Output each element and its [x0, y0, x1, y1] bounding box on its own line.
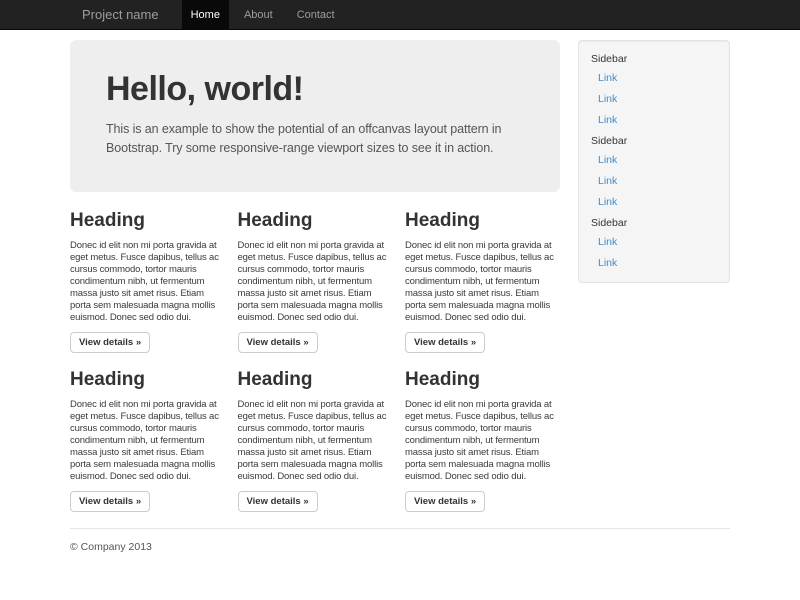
- card: Heading Donec id elit non mi porta gravi…: [238, 210, 393, 353]
- navbar-brand[interactable]: Project name: [70, 0, 169, 30]
- card-body-text: Donec id elit non mi porta gravida at eg…: [405, 399, 560, 483]
- card-heading: Heading: [238, 369, 393, 391]
- card-body-text: Donec id elit non mi porta gravida at eg…: [238, 240, 393, 324]
- sidebar-nav-list: Sidebar Link Link Link Sidebar Link Link…: [579, 49, 723, 274]
- nav-item-about[interactable]: About: [235, 0, 282, 30]
- sidebar-link[interactable]: Link: [579, 68, 723, 89]
- offcanvas-row: Hello, world! This is an example to show…: [70, 30, 730, 528]
- card: Heading Donec id elit non mi porta gravi…: [405, 369, 560, 512]
- view-details-button[interactable]: View details »: [405, 332, 485, 353]
- card-heading: Heading: [238, 210, 393, 232]
- sidebar-group-header: Sidebar: [579, 131, 723, 150]
- card-heading: Heading: [70, 210, 225, 232]
- jumbotron: Hello, world! This is an example to show…: [70, 40, 560, 192]
- sidebar-group-header: Sidebar: [579, 213, 723, 232]
- page-title: Hello, world!: [106, 70, 534, 109]
- navbar-menu: Home About Contact: [179, 0, 347, 30]
- view-details-button[interactable]: View details »: [70, 332, 150, 353]
- nav-item-contact[interactable]: Contact: [288, 0, 344, 30]
- card: Heading Donec id elit non mi porta gravi…: [70, 369, 225, 512]
- card-body-text: Donec id elit non mi porta gravida at eg…: [405, 240, 560, 324]
- sidebar-link[interactable]: Link: [579, 110, 723, 131]
- card: Heading Donec id elit non mi porta gravi…: [70, 210, 225, 353]
- card-body-text: Donec id elit non mi porta gravida at eg…: [238, 399, 393, 483]
- sidebar-link[interactable]: Link: [579, 253, 723, 274]
- sidebar-well: Sidebar Link Link Link Sidebar Link Link…: [578, 40, 730, 283]
- card: Heading Donec id elit non mi porta gravi…: [405, 210, 560, 353]
- card-heading: Heading: [405, 369, 560, 391]
- card-body-text: Donec id elit non mi porta gravida at eg…: [70, 240, 225, 324]
- sidebar-group-header: Sidebar: [579, 49, 723, 68]
- view-details-button[interactable]: View details »: [238, 332, 318, 353]
- nav-item-home[interactable]: Home: [182, 0, 229, 30]
- card-heading: Heading: [405, 210, 560, 232]
- card-body-text: Donec id elit non mi porta gravida at eg…: [70, 399, 225, 483]
- sidebar-link[interactable]: Link: [579, 171, 723, 192]
- view-details-button[interactable]: View details »: [405, 491, 485, 512]
- top-navbar: Project name Home About Contact: [0, 0, 800, 30]
- navbar-container: Project name Home About Contact: [70, 0, 730, 30]
- main-content: Hello, world! This is an example to show…: [70, 40, 560, 528]
- page-footer: © Company 2013: [70, 529, 730, 583]
- view-details-button[interactable]: View details »: [70, 491, 150, 512]
- sidebar: Sidebar Link Link Link Sidebar Link Link…: [578, 40, 730, 283]
- page-container: Hello, world! This is an example to show…: [70, 30, 730, 583]
- card: Heading Donec id elit non mi porta gravi…: [238, 369, 393, 512]
- cards-row-1: Heading Donec id elit non mi porta gravi…: [70, 210, 560, 353]
- sidebar-link[interactable]: Link: [579, 89, 723, 110]
- sidebar-link[interactable]: Link: [579, 232, 723, 253]
- jumbotron-description: This is an example to show the potential…: [106, 120, 534, 159]
- sidebar-link[interactable]: Link: [579, 150, 723, 171]
- card-heading: Heading: [70, 369, 225, 391]
- cards-row-2: Heading Donec id elit non mi porta gravi…: [70, 369, 560, 512]
- sidebar-link[interactable]: Link: [579, 192, 723, 213]
- view-details-button[interactable]: View details »: [238, 491, 318, 512]
- copyright-text: © Company 2013: [70, 529, 730, 583]
